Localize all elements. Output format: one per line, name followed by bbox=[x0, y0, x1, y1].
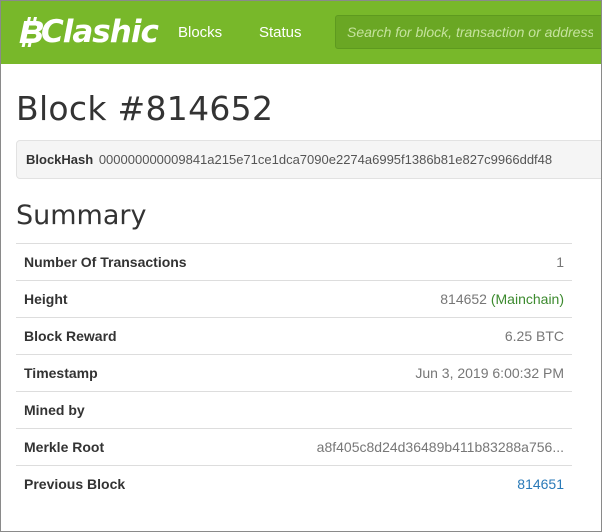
mainchain-label: (Mainchain) bbox=[490, 291, 564, 307]
row-label: Block Reward bbox=[16, 317, 241, 355]
height-value: 814652 bbox=[440, 291, 487, 307]
table-row: Previous Block 814651 bbox=[16, 465, 572, 503]
previous-block-link[interactable]: 814651 bbox=[517, 476, 564, 492]
row-value: 1 bbox=[240, 243, 572, 281]
browser-frame: Clashic Blocks Status Block #814652 Bloc… bbox=[0, 0, 602, 532]
search-box bbox=[335, 15, 601, 49]
page-title: Block #814652 bbox=[16, 89, 274, 128]
blockhash-label: BlockHash bbox=[26, 152, 94, 167]
brand-logo[interactable]: Clashic bbox=[17, 13, 159, 51]
merkle-root-value: a8f405c8d24d36489b411b83288a756... bbox=[240, 428, 572, 466]
top-navbar: Clashic Blocks Status bbox=[1, 1, 601, 64]
row-value: Jun 3, 2019 6:00:32 PM bbox=[240, 354, 572, 392]
summary-table: Number Of Transactions 1 Height 814652 (… bbox=[16, 243, 572, 503]
row-label: Number Of Transactions bbox=[16, 243, 241, 281]
table-row: Merkle Root a8f405c8d24d36489b411b83288a… bbox=[16, 428, 572, 466]
brand-name: Clashic bbox=[41, 14, 159, 50]
summary-title: Summary bbox=[16, 200, 147, 231]
row-label: Timestamp bbox=[16, 354, 241, 392]
table-row: Mined by bbox=[16, 391, 572, 429]
previous-block-cell: 814651 bbox=[240, 465, 572, 503]
row-label: Previous Block bbox=[16, 465, 241, 503]
table-row: Height 814652 (Mainchain) bbox=[16, 280, 572, 318]
nav-blocks-link[interactable]: Blocks bbox=[178, 1, 222, 64]
table-row: Number Of Transactions 1 bbox=[16, 243, 572, 281]
table-row: Timestamp Jun 3, 2019 6:00:32 PM bbox=[16, 354, 572, 392]
blockhash-value[interactable]: 000000000009841a215e71ce1dca7090e2274a69… bbox=[99, 152, 552, 167]
search-input[interactable] bbox=[336, 16, 601, 48]
row-value bbox=[240, 391, 572, 429]
row-label: Height bbox=[16, 280, 241, 318]
height-cell: 814652 (Mainchain) bbox=[240, 280, 572, 318]
table-row: Block Reward 6.25 BTC bbox=[16, 317, 572, 355]
nav-status-link[interactable]: Status bbox=[259, 1, 302, 64]
row-value: 6.25 BTC bbox=[240, 317, 572, 355]
row-label: Merkle Root bbox=[16, 428, 241, 466]
blockhash-box: BlockHash 000000000009841a215e71ce1dca70… bbox=[16, 140, 601, 179]
row-label: Mined by bbox=[16, 391, 241, 429]
